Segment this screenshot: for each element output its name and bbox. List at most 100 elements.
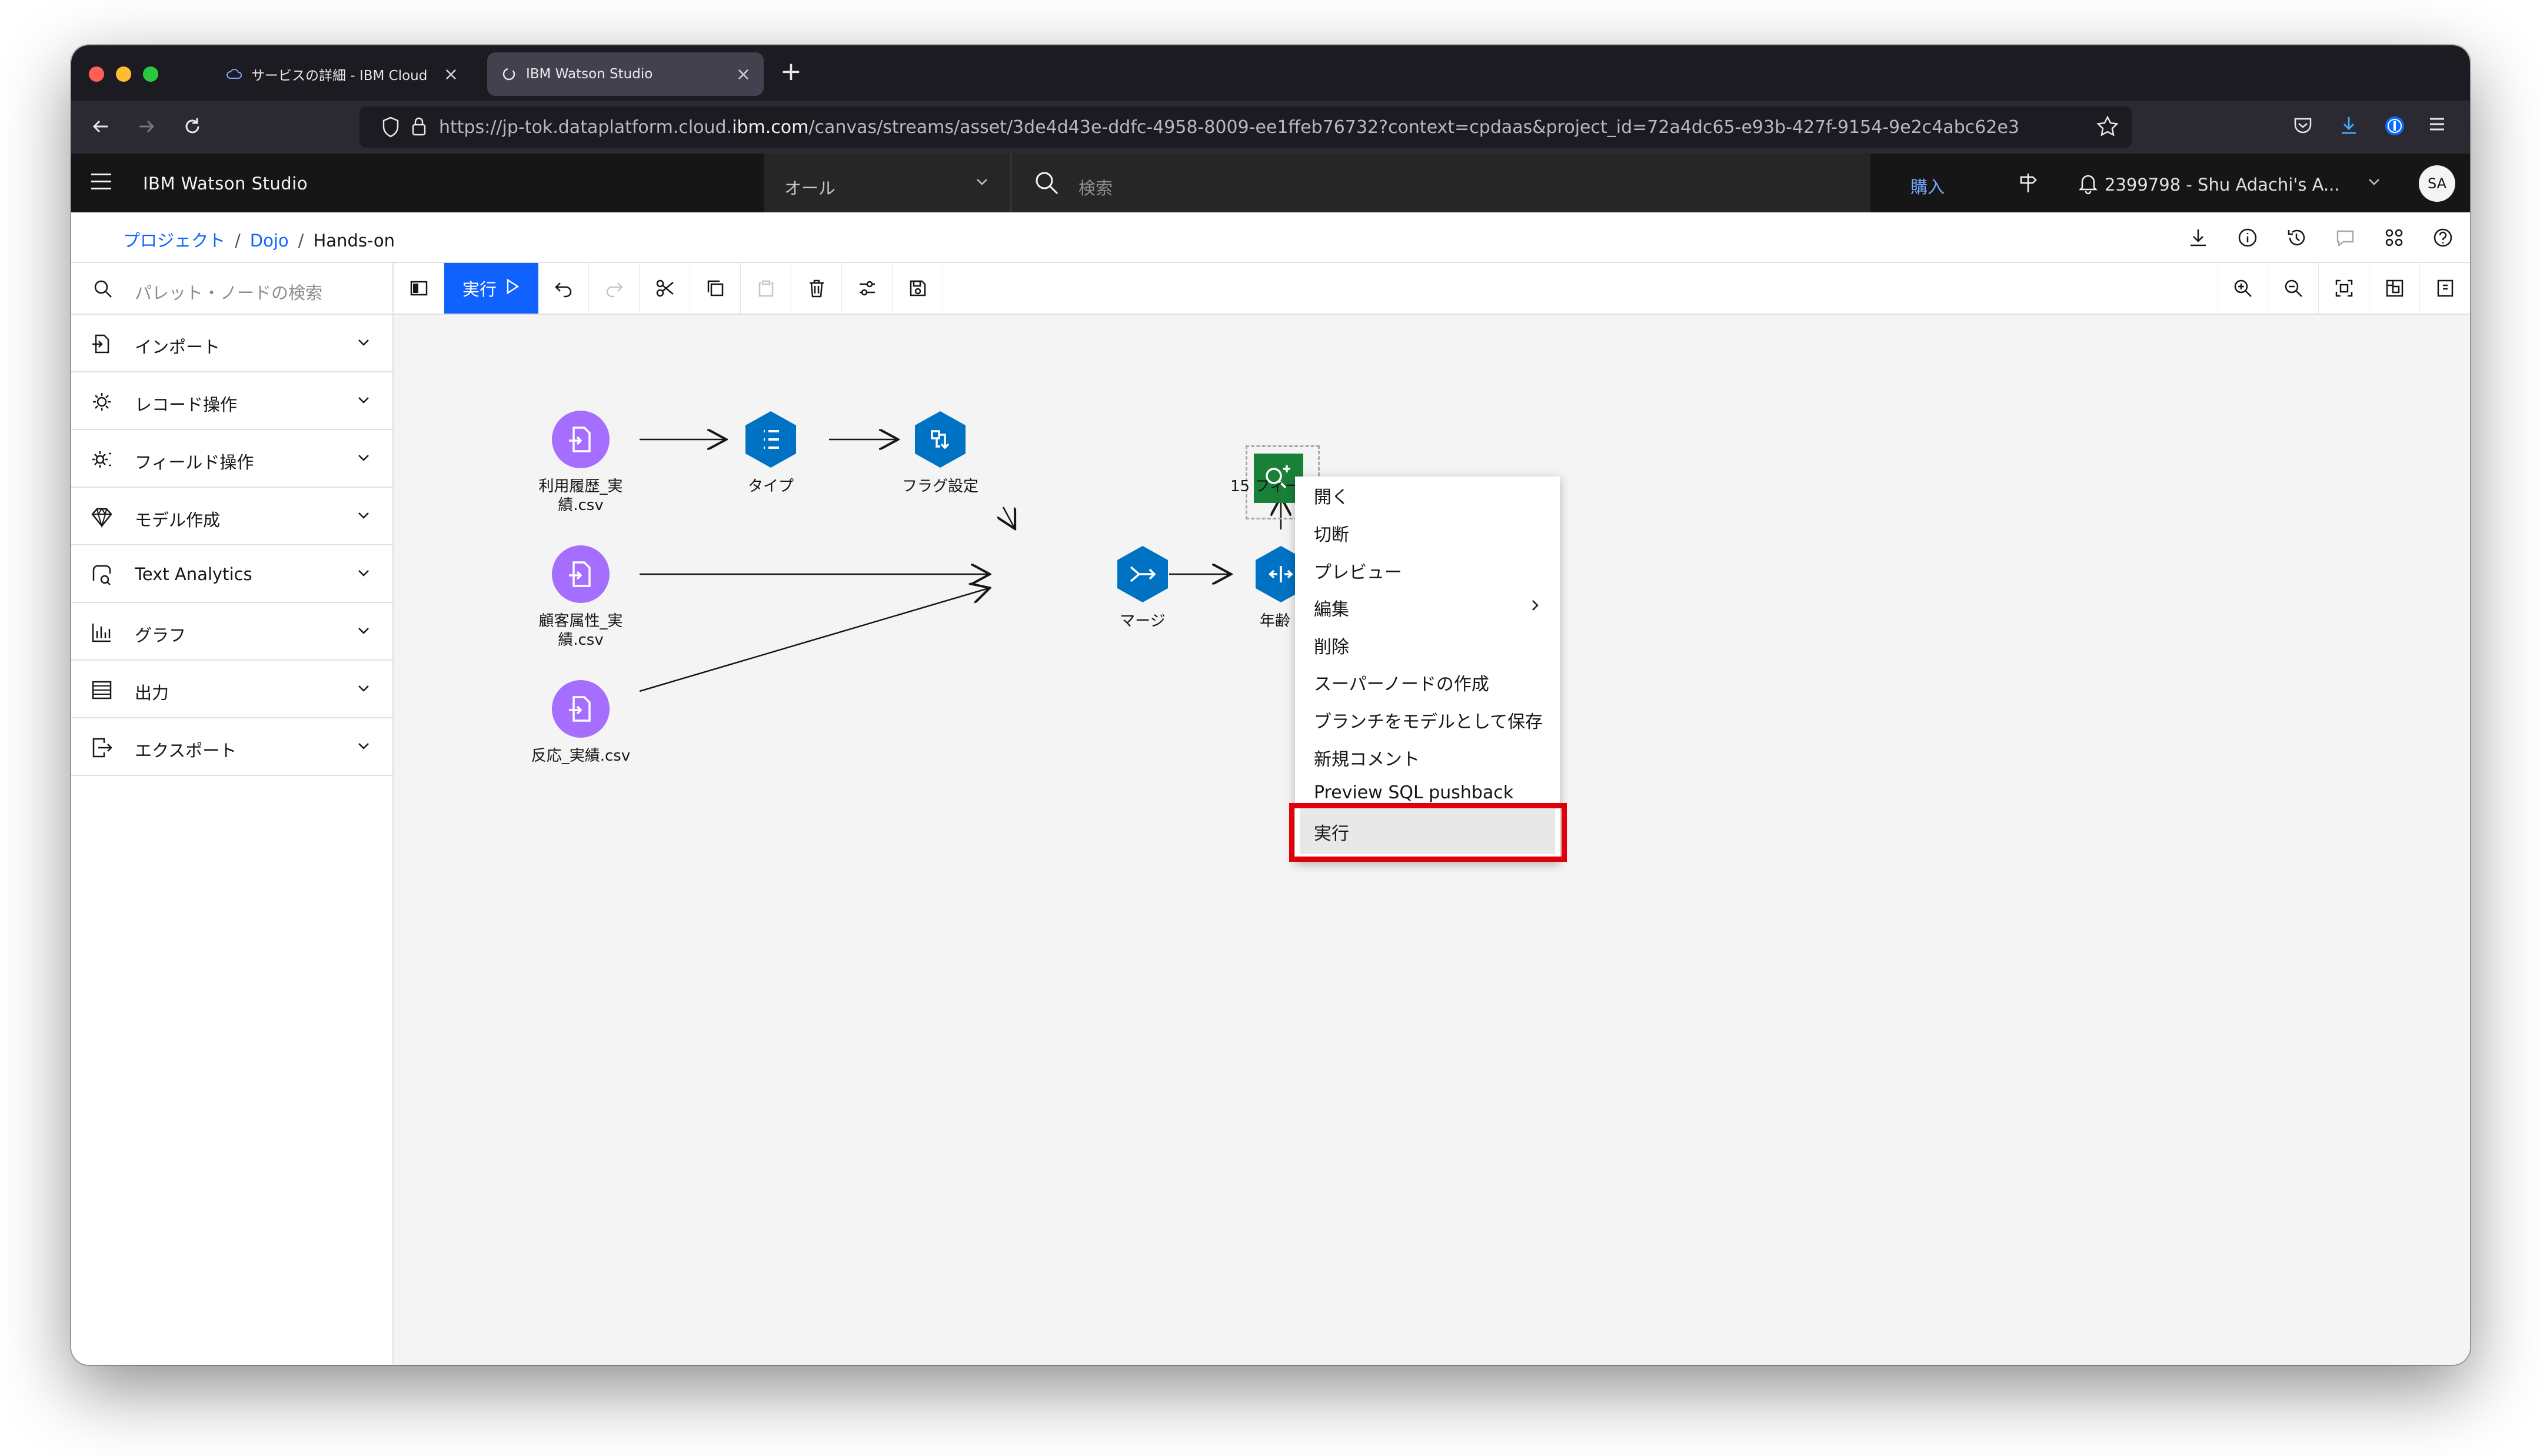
app-header: IBM Watson Studio オール 検索 購入 2399798 - Sh…	[71, 154, 2470, 212]
palette-category-export[interactable]: エクスポート	[71, 718, 392, 776]
fit-to-screen-icon[interactable]	[2319, 263, 2369, 314]
chevron-right-icon	[1528, 598, 1542, 615]
settings-flow-icon[interactable]	[2383, 226, 2405, 249]
delete-icon[interactable]	[791, 263, 842, 314]
pocket-icon[interactable]	[2292, 115, 2313, 141]
node-palette: インポート レコード操作 フィールド操作 モデル作成 Text Analytic…	[71, 315, 394, 1365]
chevron-down-icon	[356, 681, 371, 696]
breadcrumb-separator: /	[298, 231, 304, 251]
zoom-in-icon[interactable]	[2218, 263, 2268, 314]
node-customer-attr-csv[interactable]	[551, 545, 610, 604]
minimize-window-button[interactable]	[116, 66, 131, 82]
reload-icon[interactable]	[181, 115, 204, 142]
save-to-project-icon[interactable]	[893, 263, 943, 314]
run-button[interactable]: 実行	[444, 263, 538, 314]
node-label: タイプ	[747, 478, 794, 495]
bookmark-star-icon[interactable]	[2096, 115, 2119, 141]
new-tab-button[interactable]: +	[780, 57, 802, 86]
menu-item-preview[interactable]: プレビュー	[1314, 558, 1402, 584]
file-import-icon	[552, 680, 610, 738]
palette-category-modeling[interactable]: モデル作成	[71, 488, 392, 545]
node-response-csv[interactable]	[551, 679, 610, 738]
avatar[interactable]: SA	[2419, 165, 2455, 202]
redo-icon[interactable]	[589, 263, 640, 314]
palette-category-import[interactable]: インポート	[71, 315, 392, 372]
breadcrumb-dojo[interactable]: Dojo	[250, 231, 289, 251]
palette-category-text-analytics[interactable]: Text Analytics	[71, 545, 392, 603]
tab-watson-studio[interactable]: IBM Watson Studio ×	[487, 52, 764, 96]
info-icon[interactable]	[2236, 226, 2259, 249]
breadcrumb-project[interactable]: プロジェクト	[123, 231, 225, 251]
menu-item-new-comment[interactable]: 新規コメント	[1314, 745, 1420, 771]
search-scope-dropdown[interactable]: オール	[764, 154, 1011, 212]
chevron-down-icon	[356, 508, 371, 523]
close-window-button[interactable]	[89, 66, 104, 82]
url-bar[interactable]: https://jp-tok.dataplatform.cloud.ibm.co…	[359, 106, 2132, 148]
menu-item-disconnect[interactable]: 切断	[1314, 520, 1349, 546]
lock-icon[interactable]	[410, 115, 428, 141]
chevron-down-icon	[356, 623, 371, 638]
copy-icon[interactable]	[690, 263, 741, 314]
menu-item-open[interactable]: 開く	[1314, 482, 1349, 508]
canvas-toolbar: パレット・ノードの検索 実行	[71, 263, 2470, 315]
palette-category-output[interactable]: 出力	[71, 661, 392, 718]
notification-bell-icon[interactable]	[2076, 171, 2100, 195]
signpost-icon[interactable]	[2016, 171, 2040, 195]
zoom-out-icon[interactable]	[2268, 263, 2319, 314]
search-input[interactable]: 検索	[1011, 154, 1870, 212]
download-icon[interactable]	[2187, 226, 2209, 249]
palette-category-field-ops[interactable]: フィールド操作	[71, 430, 392, 488]
account-switcher[interactable]: 2399798 - Shu Adachi's A...	[2105, 175, 2340, 195]
chevron-down-icon	[356, 450, 371, 465]
category-label: レコード操作	[135, 395, 238, 415]
back-icon[interactable]	[89, 115, 112, 142]
category-label: 出力	[135, 683, 169, 703]
palette-category-record-ops[interactable]: レコード操作	[71, 372, 392, 430]
menu-item-edit[interactable]: 編集	[1314, 595, 1349, 621]
menu-item-delete[interactable]: 削除	[1314, 632, 1349, 658]
browser-window: サービスの詳細 - IBM Cloud × IBM Watson Studio …	[71, 45, 2470, 1365]
chevron-down-icon[interactable]	[2366, 174, 2382, 194]
tab-ibm-cloud[interactable]: サービスの詳細 - IBM Cloud ×	[212, 52, 471, 96]
palette-search-input[interactable]: パレット・ノードの検索	[71, 263, 394, 314]
node-flag-setting[interactable]	[911, 410, 970, 469]
app-title[interactable]: IBM Watson Studio	[143, 174, 308, 194]
menu-item-save-branch-as-model[interactable]: ブランチをモデルとして保存	[1314, 707, 1543, 733]
buy-link[interactable]: 購入	[1910, 174, 1945, 198]
breadcrumb-separator: /	[235, 231, 241, 251]
side-panel-icon[interactable]	[2420, 263, 2470, 314]
comment-icon[interactable]	[2334, 226, 2356, 249]
close-tab-icon[interactable]: ×	[444, 64, 458, 85]
toggle-palette-button[interactable]	[394, 263, 444, 314]
download-icon[interactable]	[2338, 115, 2359, 141]
node-type[interactable]	[741, 410, 800, 469]
chevron-down-icon	[356, 392, 371, 408]
paste-icon[interactable]	[741, 263, 791, 314]
shield-icon[interactable]	[381, 116, 401, 141]
cut-icon[interactable]	[640, 263, 690, 314]
menu-icon[interactable]	[2428, 115, 2446, 139]
undo-icon[interactable]	[538, 263, 589, 314]
link-flag-merge	[1003, 507, 1014, 528]
highlight-annotation-box	[1289, 803, 1567, 862]
category-label: グラフ	[135, 625, 187, 645]
history-icon[interactable]	[2285, 226, 2308, 249]
search-placeholder: 検索	[1078, 178, 1113, 198]
model-icon	[90, 505, 114, 529]
forward-icon[interactable]	[135, 115, 158, 142]
maximize-window-button[interactable]	[143, 66, 158, 82]
settings-sliders-icon[interactable]	[842, 263, 893, 314]
palette-category-graph[interactable]: グラフ	[71, 603, 392, 661]
node-merge[interactable]	[1113, 545, 1172, 604]
password-manager-icon[interactable]	[2383, 115, 2406, 142]
minimap-icon[interactable]	[2369, 263, 2420, 314]
hamburger-menu-icon[interactable]	[91, 174, 111, 190]
help-icon[interactable]	[2432, 226, 2454, 249]
category-label: エクスポート	[135, 741, 237, 761]
menu-item-create-supernode[interactable]: スーパーノードの作成	[1314, 669, 1489, 695]
menu-item-preview-sql-pushback[interactable]: Preview SQL pushback	[1314, 782, 1513, 803]
file-import-icon	[552, 411, 610, 468]
url-text[interactable]: https://jp-tok.dataplatform.cloud.ibm.co…	[439, 117, 2019, 138]
node-usage-history-csv[interactable]	[551, 410, 610, 469]
close-tab-icon[interactable]: ×	[736, 64, 751, 85]
